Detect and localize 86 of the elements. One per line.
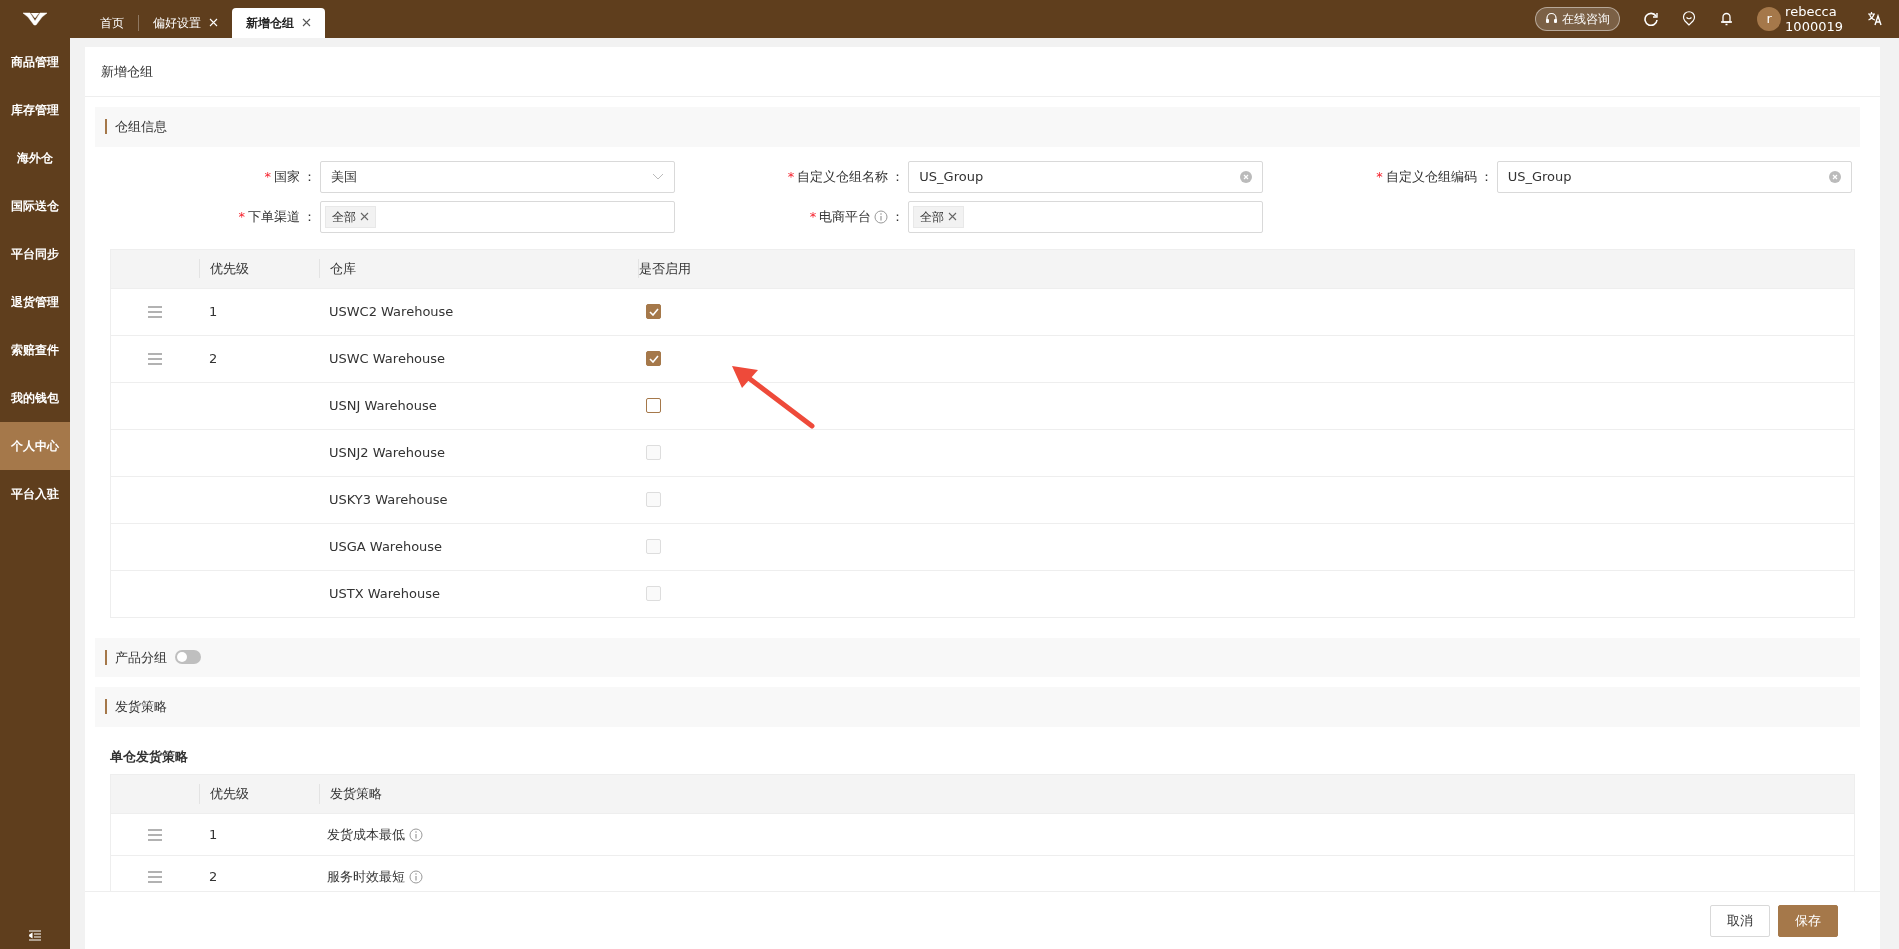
required-mark: * [1376, 167, 1383, 186]
tag-label: 全部 [920, 208, 945, 226]
menu-collapse-icon[interactable] [29, 930, 41, 941]
sidebar-item[interactable]: 海外仓 [0, 133, 70, 182]
table-cell: USNJ Warehouse [329, 397, 437, 413]
sidebar-item[interactable]: 国际送仓 [0, 181, 70, 230]
refresh-icon[interactable] [1644, 11, 1659, 26]
tag-select-field[interactable]: 全部 [908, 200, 1264, 233]
drag-handle-icon[interactable] [147, 869, 163, 884]
sidebar-item[interactable]: 商品管理 [0, 37, 70, 86]
table-cell: USNJ2 Warehouse [329, 444, 445, 460]
column-header: 发货策略 [330, 786, 382, 802]
checkbox[interactable] [646, 304, 661, 320]
user-name: rebecca [1785, 3, 1838, 19]
required-mark: * [809, 207, 817, 226]
column-header: 是否启用 [639, 260, 691, 276]
drag-handle-icon[interactable] [147, 304, 163, 319]
section-title: 仓组信息 [115, 118, 167, 137]
input-field[interactable]: US_Group [908, 160, 1264, 193]
colon: ： [891, 167, 905, 186]
table-cell: USTX Warehouse [329, 585, 440, 601]
headset-icon [1545, 12, 1559, 26]
column-header: 优先级 [210, 260, 249, 276]
tag-label: 全部 [332, 208, 356, 226]
checkbox[interactable] [646, 351, 661, 367]
required-mark: * [264, 167, 271, 186]
table-cell: USWC2 Warehouse [329, 303, 454, 319]
colon: ： [1479, 167, 1493, 186]
drag-handle-icon[interactable] [147, 827, 163, 842]
section-title: 发货策略 [115, 698, 167, 717]
translate-icon[interactable] [1867, 11, 1883, 27]
field-label: 下单渠道 [248, 207, 300, 226]
remove-icon[interactable] [360, 212, 369, 222]
select-field[interactable]: 美国 [320, 160, 675, 193]
tag-select-field[interactable]: 全部 [320, 200, 675, 233]
close-icon[interactable] [302, 18, 311, 28]
tab[interactable]: 首页 [86, 7, 138, 38]
sidebar-item[interactable]: 平台入驻 [0, 469, 70, 518]
user-avatar: r [1757, 6, 1782, 31]
consult-button[interactable]: 在线咨询 [1535, 6, 1621, 31]
user-id: 1000019 [1785, 18, 1843, 34]
table-cell-text: 发货成本最低 [327, 825, 405, 844]
tab[interactable]: 偏好设置 [139, 7, 232, 38]
smile-pin-icon[interactable] [1682, 11, 1697, 27]
section-title: 产品分组 [115, 648, 167, 667]
sidebar-item[interactable]: 库存管理 [0, 85, 70, 134]
column-header: 仓库 [330, 260, 356, 276]
bell-icon[interactable] [1720, 11, 1734, 27]
colon: ： [303, 207, 316, 226]
info-icon [409, 869, 423, 884]
cancel-button[interactable]: 取消 [1710, 904, 1770, 937]
input-field[interactable]: US_Group [1496, 160, 1852, 193]
info-icon [874, 209, 889, 224]
required-mark: * [238, 207, 245, 226]
page-title: 新增仓组 [85, 46, 1880, 98]
save-button[interactable]: 保存 [1778, 904, 1838, 937]
field-label: 自定义仓组名称 [797, 167, 889, 186]
table-cell: USGA Warehouse [329, 538, 443, 554]
checkbox[interactable] [646, 398, 661, 414]
field-label: 自定义仓组编码 [1385, 167, 1477, 186]
table-cell: 1 [209, 826, 218, 842]
table-cell: 2 [209, 868, 218, 884]
table-cell: 1 [209, 303, 218, 319]
sidebar-item[interactable]: 索赔查件 [0, 325, 70, 374]
column-header: 优先级 [210, 786, 249, 802]
logo-icon [22, 11, 48, 26]
colon: ： [891, 207, 905, 226]
info-icon [409, 827, 423, 842]
subsection-title: 单仓发货策略 [109, 747, 189, 766]
toggle-switch[interactable] [175, 650, 201, 665]
field-label: 电商平台 [819, 207, 872, 226]
field-label: 国家 [274, 167, 300, 186]
table-cell: 2 [209, 350, 218, 366]
colon: ： [303, 167, 316, 186]
tab[interactable]: 新增仓组 [232, 7, 325, 38]
table-cell: USWC Warehouse [329, 350, 446, 366]
sidebar-item[interactable]: 我的钱包 [0, 373, 70, 422]
required-mark: * [787, 167, 795, 186]
table-cell: USKY3 Warehouse [329, 491, 448, 507]
table-cell-text: 服务时效最短 [327, 867, 405, 886]
remove-icon[interactable] [948, 212, 958, 222]
drag-handle-icon[interactable] [147, 351, 163, 366]
chevron-down-icon [652, 173, 664, 181]
sidebar-item[interactable]: 退货管理 [0, 277, 70, 326]
sidebar-item[interactable]: 个人中心 [0, 421, 70, 470]
sidebar-item[interactable]: 平台同步 [0, 229, 70, 278]
